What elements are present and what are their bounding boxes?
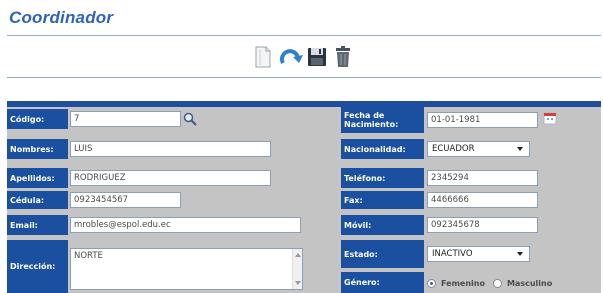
toolbar-divider: [7, 77, 601, 78]
calendar-icon: [543, 112, 557, 125]
chevron-down-icon: [517, 147, 523, 151]
toolbar: [0, 43, 603, 73]
new-document-button[interactable]: [252, 43, 274, 71]
estado-value: INACTIVO: [432, 249, 473, 259]
trash-icon: [336, 46, 350, 67]
refresh-icon: [280, 49, 303, 64]
estado-select[interactable]: INACTIVO: [427, 246, 530, 262]
apellidos-label: Apellidos:: [7, 168, 68, 188]
page-title: Coordinador: [9, 8, 114, 27]
email-field[interactable]: mrobles@espol.edu.ec: [70, 217, 301, 233]
fecha-nacimiento-field[interactable]: 01-01-1981: [427, 112, 538, 128]
direccion-value: NORTE: [74, 251, 103, 261]
fecha-label-line1: Fecha de: [344, 111, 385, 120]
save-button[interactable]: [306, 43, 328, 71]
nacionalidad-select[interactable]: ECUADOR: [427, 141, 530, 157]
scroll-up-icon[interactable]: [295, 253, 301, 257]
calendar-button[interactable]: [543, 110, 557, 125]
radio-masculino[interactable]: [492, 278, 502, 288]
title-divider: [7, 35, 601, 36]
document-icon: [255, 46, 271, 68]
search-button[interactable]: [183, 111, 197, 126]
direccion-field[interactable]: NORTE: [70, 248, 303, 290]
movil-field[interactable]: 092345678: [427, 217, 538, 233]
chevron-down-icon: [517, 252, 523, 256]
scroll-down-icon[interactable]: [295, 281, 301, 285]
cedula-field[interactable]: 0923454567: [70, 192, 181, 208]
direccion-label: Dirección:: [7, 240, 68, 293]
telefono-label: Teléfono:: [341, 168, 424, 188]
refresh-button[interactable]: [276, 43, 303, 71]
genero-label: Género:: [341, 272, 424, 293]
fax-label: Fax:: [341, 191, 424, 209]
fecha-label-line2: Nacimiento:: [344, 120, 399, 129]
estado-label: Estado:: [341, 240, 424, 268]
telefono-field[interactable]: 2345294: [427, 170, 538, 186]
apellidos-field[interactable]: RODRIGUEZ: [70, 170, 271, 186]
email-label: Email:: [7, 215, 68, 235]
fax-field[interactable]: 4466666: [427, 192, 538, 208]
search-icon: [183, 112, 197, 126]
cedula-label: Cédula:: [7, 191, 68, 209]
radio-femenino[interactable]: [427, 278, 436, 288]
movil-label: Móvil:: [341, 215, 424, 235]
codigo-field[interactable]: 7: [70, 111, 181, 127]
nacionalidad-value: ECUADOR: [432, 144, 475, 154]
nombres-label: Nombres:: [7, 139, 68, 159]
fecha-nacimiento-label: Fecha de Nacimiento:: [341, 107, 424, 133]
save-icon: [308, 48, 326, 66]
delete-button[interactable]: [332, 43, 354, 71]
radio-masculino-label: Masculino: [506, 278, 553, 288]
radio-femenino-label: Femenino: [441, 278, 485, 288]
codigo-label: Código:: [7, 109, 68, 129]
nombres-field[interactable]: LUIS: [70, 141, 271, 157]
direccion-scrollbar[interactable]: [292, 249, 302, 289]
nacionalidad-label: Nacionalidad:: [341, 139, 424, 159]
genero-radio-group: Femenino Masculino: [427, 276, 552, 290]
